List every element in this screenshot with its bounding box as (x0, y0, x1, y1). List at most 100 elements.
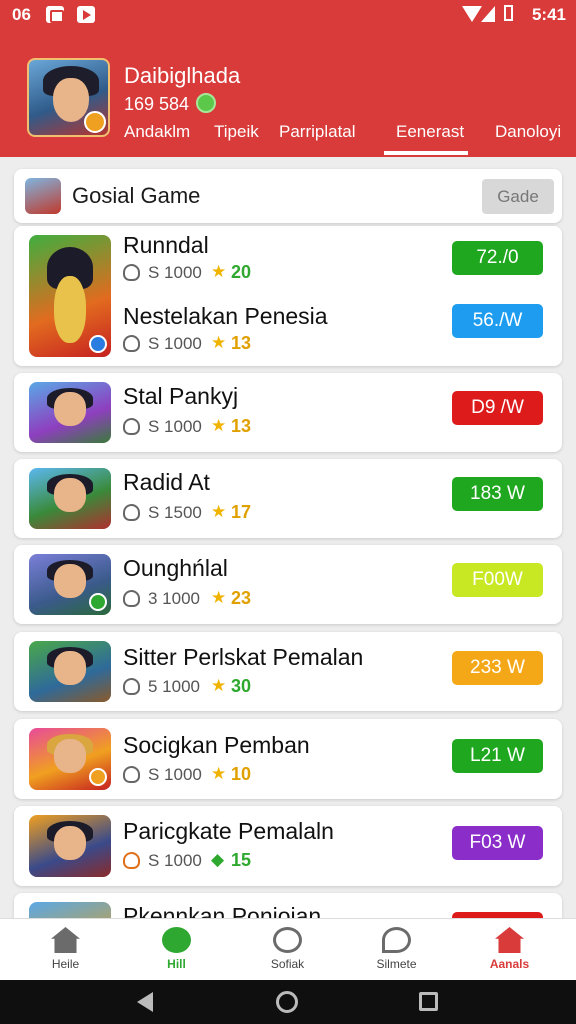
search-icon (382, 927, 411, 953)
tab-tipeik[interactable]: Tipeik (214, 122, 259, 142)
coin-icon: ◆ (211, 850, 225, 869)
battery-icon (504, 5, 513, 21)
nav-silmete[interactable]: Silmete (339, 919, 454, 981)
game-rating: 15 (231, 850, 252, 870)
recents-icon[interactable] (419, 992, 438, 1011)
section-title: Gosial Game (72, 183, 201, 208)
game-rating: 30 (231, 676, 252, 696)
fire-icon (123, 852, 140, 869)
game-thumbnail[interactable] (29, 815, 111, 877)
game-players: S 1000 (148, 417, 202, 436)
game-card: Sitter Perlskat Pemalan 5 1000 ★ 30 233 … (14, 632, 562, 711)
game-title: Paricgkate Pemalaln (123, 818, 334, 844)
status-bar: 06 5:41 (0, 0, 576, 30)
section-button[interactable]: Gade (482, 179, 554, 214)
game-thumbnail[interactable] (29, 554, 111, 615)
tab-andaklm[interactable]: Andaklm (124, 122, 190, 142)
star-icon: ★ (211, 676, 227, 695)
home-button-icon[interactable] (276, 991, 298, 1013)
game-players: S 1000 (148, 851, 202, 870)
game-title: Stal Pankyj (123, 383, 239, 409)
thumb-face (53, 478, 87, 512)
game-card: Radid At S 1500 ★ 17 183 W (14, 459, 562, 538)
bottom-navigation: Heile Hill Sofiak Silmete Aanals (0, 918, 576, 980)
star-icon: ★ (211, 502, 227, 521)
wifi-icon (462, 6, 482, 22)
badge-icon (89, 335, 107, 353)
thumb-face (53, 564, 87, 598)
hill-icon (162, 927, 191, 953)
star-icon: ★ (211, 333, 227, 352)
game-card: Runndal S 1000 ★ 20 72./0 Nestelakan Pen… (14, 226, 562, 366)
game-rating: 13 (231, 416, 252, 436)
game-title: Ounghńlal (123, 555, 228, 581)
nav-aanals[interactable]: Aanals (452, 919, 567, 981)
game-action-button[interactable]: 233 W (452, 651, 543, 685)
game-thumbnail[interactable] (29, 468, 111, 529)
players-icon (123, 678, 140, 695)
play-icon (77, 6, 95, 23)
nav-label: Hill (167, 957, 186, 971)
section-header: Gosial Game Gade (14, 169, 562, 223)
status-time: 5:41 (531, 5, 566, 24)
players-icon (123, 590, 140, 607)
signal-icon (481, 6, 495, 22)
game-rating: 20 (231, 262, 252, 282)
game-card: Socigkan Pemban S 1000 ★ 10 L21 W (14, 719, 562, 799)
game-thumbnail[interactable] (29, 641, 111, 702)
game-rating: 10 (231, 764, 252, 784)
nav-heile[interactable]: Heile (8, 919, 123, 981)
game-title: Nestelakan Penesia (123, 303, 328, 329)
profile-name: Daibiglhada (124, 63, 241, 88)
game-players: S 1000 (148, 263, 202, 282)
game-title: Sitter Perlskat Pemalan (123, 644, 364, 670)
players-icon (123, 766, 140, 783)
nav-sofiak[interactable]: Sofiak (230, 919, 345, 981)
game-action-button[interactable]: F00W (452, 563, 543, 597)
game-rating: 13 (231, 333, 252, 353)
game-thumbnail[interactable] (29, 728, 111, 790)
game-card: Stal Pankyj S 1000 ★ 13 D9 /W (14, 373, 562, 452)
nav-hill[interactable]: Hill (119, 919, 234, 981)
tab-danoloyi[interactable]: Danoloyi (495, 122, 561, 142)
game-title: Radid At (123, 469, 210, 495)
back-icon[interactable] (137, 992, 153, 1012)
game-action-button[interactable]: L21 W (452, 739, 543, 773)
badge-icon (89, 768, 107, 786)
thumb-face (53, 651, 87, 685)
players-icon (123, 264, 140, 281)
star-icon: ★ (211, 764, 227, 783)
game-action-button[interactable]: 56./W (452, 304, 543, 338)
players-icon (123, 335, 140, 352)
nav-label: Silmete (376, 957, 417, 971)
social-icon (273, 927, 302, 953)
game-action-button[interactable]: 72./0 (452, 241, 543, 275)
game-thumbnail[interactable] (29, 382, 111, 443)
coin-icon (196, 93, 216, 113)
avatar-face (53, 78, 89, 122)
game-action-button[interactable]: 183 W (452, 477, 543, 511)
game-players: S 1500 (148, 503, 202, 522)
active-tab-indicator (384, 151, 468, 155)
thumb-face (53, 825, 87, 860)
tab-bar: Andaklm Tipeik Parriplatal Eenerast Dano… (0, 118, 576, 157)
tab-eenerast[interactable]: Eenerast (396, 122, 464, 142)
section-avatar-icon (25, 178, 61, 214)
thumb-face (53, 738, 87, 773)
star-icon: ★ (211, 416, 227, 435)
home-icon (51, 927, 80, 953)
badge-icon (89, 593, 107, 611)
game-action-button[interactable]: D9 /W (452, 391, 543, 425)
profile-score: 169 584 (124, 94, 190, 114)
game-players: 5 1000 (148, 677, 200, 696)
notification-icon (46, 6, 64, 23)
system-navigation-bar (0, 980, 576, 1024)
star-icon: ★ (211, 262, 227, 281)
status-time-left: 06 (12, 5, 31, 24)
star-icon: ★ (211, 588, 227, 607)
game-thumbnail[interactable] (29, 235, 111, 357)
tab-parriplatal[interactable]: Parriplatal (279, 122, 356, 142)
game-rating: 17 (231, 502, 252, 522)
game-card: Paricgkate Pemalaln S 1000 ◆ 15 F03 W (14, 806, 562, 886)
game-action-button[interactable]: F03 W (452, 826, 543, 860)
